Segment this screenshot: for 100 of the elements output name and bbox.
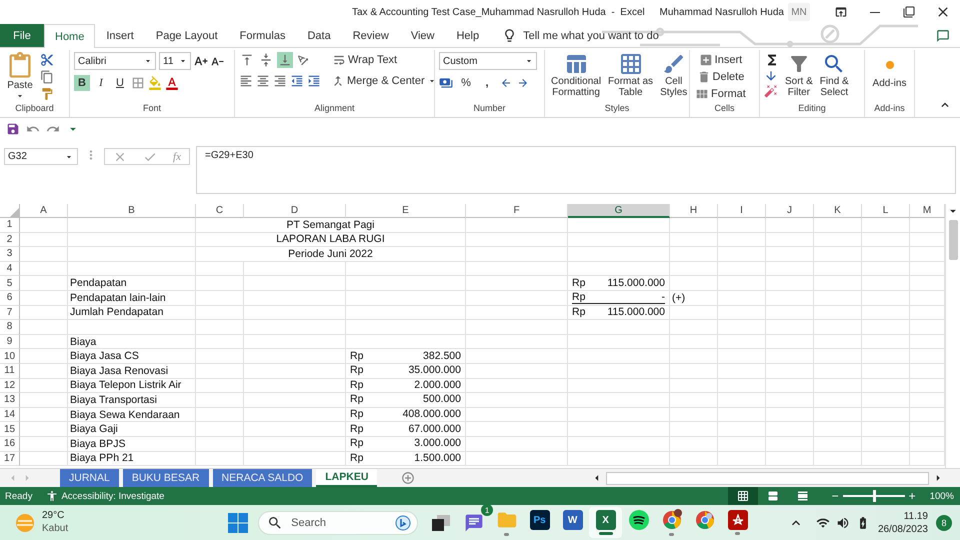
ribbon-tab[interactable]: Review (342, 24, 400, 47)
table-cell (670, 364, 718, 379)
ribbon-tab[interactable]: Insert (95, 24, 145, 47)
taskbar-app[interactable]: W (556, 507, 590, 538)
formula-field[interactable]: =G29+E30 (196, 146, 956, 194)
paste-button[interactable]: Paste (4, 52, 36, 101)
cells-button[interactable]: Format (694, 86, 747, 102)
number-format-field[interactable]: Custom (439, 52, 537, 70)
column-header[interactable]: I (718, 204, 766, 218)
file-tab[interactable]: File (0, 24, 44, 47)
table-cell (670, 306, 718, 320)
cells-button[interactable]: Delete (694, 69, 747, 85)
row-header[interactable]: 9 (0, 334, 20, 350)
ribbon-tab[interactable]: View (400, 24, 446, 47)
taskbar-app[interactable]: X (589, 507, 622, 538)
row-header[interactable]: 2 (0, 232, 20, 248)
zoom-out-button[interactable]: − (832, 490, 839, 502)
font-size-field[interactable]: 11 (159, 52, 191, 70)
row-header[interactable]: 10 (0, 349, 20, 364)
ribbon-tab[interactable]: Formulas (228, 24, 296, 47)
column-header[interactable]: G (568, 204, 670, 218)
scrollbar-thumb[interactable] (948, 220, 958, 260)
row-header[interactable]: 11 (0, 364, 20, 379)
table-cell: Rp - (568, 290, 670, 306)
column-header[interactable]: D (244, 204, 346, 218)
row-header[interactable]: 4 (0, 262, 20, 276)
font-name-field[interactable]: Calibri (74, 52, 156, 70)
table-cell (718, 306, 766, 320)
ribbon-tab[interactable]: Home (44, 24, 96, 48)
styles-button[interactable]: Format as Table (606, 52, 656, 98)
ribbon-tab[interactable]: Help (445, 24, 490, 47)
sheet-tab[interactable]: LAPKEU (316, 469, 378, 487)
font-style-button[interactable]: I (93, 75, 109, 91)
accessibility-status[interactable]: Accessibility: Investigate (61, 490, 164, 502)
vertical-scrollbar[interactable] (945, 204, 960, 468)
column-header[interactable]: F (466, 204, 568, 218)
column-header[interactable]: C (196, 204, 244, 218)
search-field[interactable]: Search (258, 510, 418, 534)
column-header[interactable]: A (20, 204, 68, 218)
font-style-button[interactable]: U (112, 75, 128, 91)
table-cell: Biaya Gaji (68, 422, 196, 437)
windows-start-icon[interactable] (228, 512, 248, 532)
column-header[interactable]: J (766, 204, 814, 218)
wrap-text-button[interactable]: Wrap Text (331, 52, 398, 68)
column-header[interactable]: L (862, 204, 910, 218)
row-header[interactable]: 1 (0, 218, 20, 233)
table-cell (20, 306, 68, 320)
row-header[interactable]: 8 (0, 320, 20, 335)
status-text: Ready (5, 490, 32, 502)
column-header[interactable]: K (814, 204, 862, 218)
editing-button[interactable]: Find & Select (818, 52, 851, 98)
row-header[interactable]: 17 (0, 452, 20, 466)
styles-button[interactable]: Conditional Formatting (549, 52, 604, 98)
sheet-tab[interactable]: BUKU BESAR (122, 469, 209, 487)
sheet-tab[interactable]: NERACA SALDO (212, 469, 312, 487)
zoom-slider[interactable] (842, 490, 905, 502)
table-cell (20, 262, 68, 276)
font-style-button[interactable]: B (74, 75, 90, 91)
zoom-in-button[interactable]: + (908, 490, 916, 502)
chat-button[interactable]: 1 (457, 507, 490, 538)
add-ins-button[interactable]: Add-ins (870, 52, 908, 89)
notification-badge[interactable]: 8 (936, 514, 952, 530)
column-header[interactable]: B (68, 204, 196, 218)
cut-button[interactable] (39, 52, 55, 68)
row-header[interactable]: 12 (0, 378, 20, 394)
table-cell (670, 218, 718, 233)
column-header[interactable]: H (670, 204, 718, 218)
comma-button[interactable]: , (479, 75, 495, 91)
ribbon-tab[interactable]: Page Layout (144, 24, 229, 47)
view-button[interactable] (728, 487, 758, 505)
editing-button[interactable]: Sort & Filter (783, 52, 815, 98)
styles-button[interactable]: Cell Styles (658, 52, 690, 98)
row-header[interactable]: 6 (0, 290, 20, 306)
row-header[interactable]: 7 (0, 306, 20, 320)
column-header[interactable]: E (346, 204, 466, 218)
row-header[interactable]: 3 (0, 247, 20, 262)
row-header[interactable]: 14 (0, 408, 20, 422)
column-header[interactable]: M (910, 204, 945, 218)
table-cell (814, 276, 862, 291)
ribbon-tab[interactable]: Data (296, 24, 342, 47)
percent-button[interactable]: % (458, 75, 474, 91)
table-cell: Biaya Telepon Listrik Air (68, 378, 196, 394)
table-cell (20, 378, 68, 394)
paintbrush-icon (40, 87, 54, 101)
cells-button[interactable]: Insert (694, 52, 747, 68)
merge-center-button[interactable]: Merge & Center (330, 73, 438, 89)
sheet-tab[interactable]: JURNAL (60, 469, 119, 487)
row-header[interactable]: 16 (0, 436, 20, 452)
row-header[interactable]: 15 (0, 422, 20, 437)
table-cell (862, 276, 910, 291)
copy-button[interactable] (39, 69, 55, 85)
tell-me-field[interactable]: Tell me what you want to do (523, 30, 659, 42)
increase-decimal-icon (500, 77, 512, 89)
table-style-icon (564, 52, 588, 76)
taskbar-app[interactable]: Ps (523, 507, 556, 538)
name-box[interactable]: G32 (4, 148, 78, 165)
row-header[interactable]: 13 (0, 393, 20, 408)
row-header[interactable]: 5 (0, 276, 20, 291)
vertical-align-button[interactable] (277, 52, 293, 68)
table-cell (814, 422, 862, 437)
